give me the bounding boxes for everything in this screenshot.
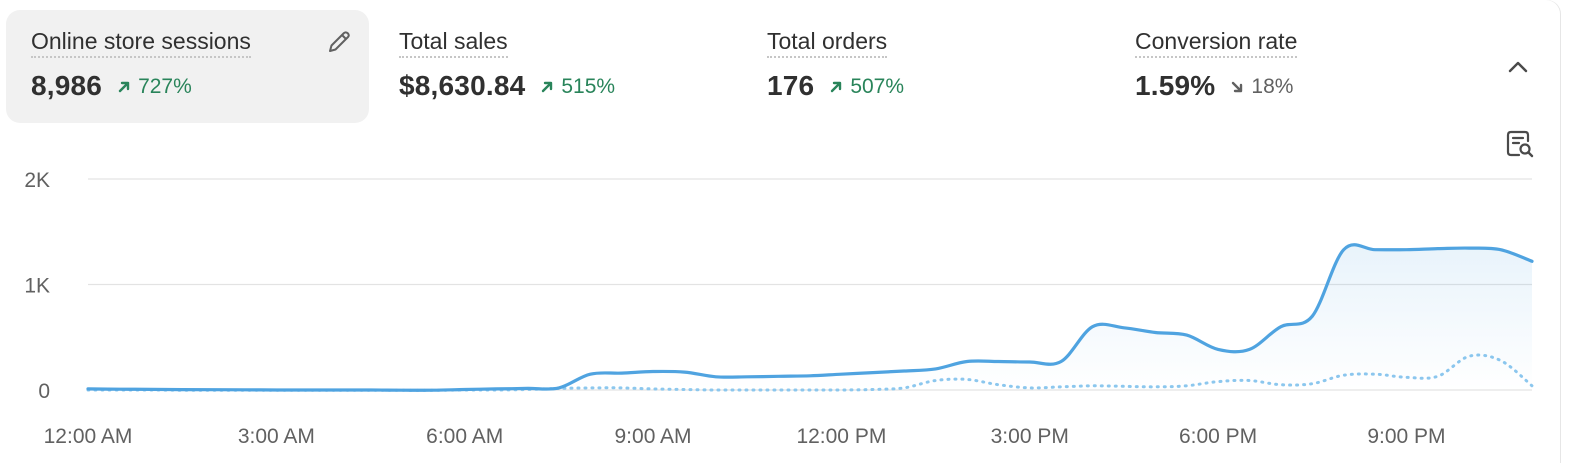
metric-value: $8,630.84	[399, 70, 526, 101]
chevron-up-icon[interactable]	[1503, 52, 1533, 82]
metric-change-value: 515%	[561, 75, 616, 98]
analytics-card: Online store sessions 8,986 727% Total s…	[0, 0, 1560, 463]
y-tick-label: 2K	[24, 169, 50, 192]
arrow-up-right-icon	[831, 81, 842, 93]
metric-change: 515%	[539, 75, 615, 99]
metric-change: 727%	[116, 75, 192, 99]
metric-value: 176	[767, 70, 815, 101]
metric-total-orders[interactable]: Total orders 176 507%	[742, 10, 1105, 123]
arrow-down-right-icon	[1232, 81, 1243, 93]
metric-change: 507%	[828, 75, 904, 99]
x-tick-label: 6:00 AM	[426, 425, 503, 448]
metric-total-sales[interactable]: Total sales $8,630.84 515%	[374, 10, 737, 123]
metric-value-row: 1.59% 18%	[1135, 70, 1473, 102]
metric-online-store-sessions[interactable]: Online store sessions 8,986 727%	[6, 10, 369, 123]
metric-title[interactable]: Total orders	[767, 28, 888, 58]
y-tick-label: 0	[38, 380, 50, 403]
x-tick-label: 3:00 PM	[991, 425, 1069, 448]
x-tick-label: 3:00 AM	[238, 425, 315, 448]
arrow-up-right-icon	[542, 81, 553, 93]
metric-value-row: $8,630.84 515%	[399, 70, 737, 102]
x-tick-label: 12:00 AM	[44, 425, 133, 448]
metric-title[interactable]: Online store sessions	[31, 28, 251, 58]
metric-value: 8,986	[31, 70, 103, 101]
series-area-primary	[88, 244, 1532, 391]
metrics-row: Online store sessions 8,986 727% Total s…	[6, 10, 1496, 123]
metric-value-row: 176 507%	[767, 70, 1105, 102]
x-tick-label: 6:00 PM	[1179, 425, 1257, 448]
metric-title[interactable]: Total sales	[399, 28, 508, 58]
metric-change-value: 18%	[1251, 75, 1294, 98]
arrow-up-right-icon	[118, 81, 130, 93]
metric-title[interactable]: Conversion rate	[1135, 28, 1298, 58]
y-tick-label: 1K	[24, 275, 50, 298]
x-tick-label: 9:00 AM	[615, 425, 692, 448]
x-tick-label: 9:00 PM	[1367, 425, 1445, 448]
metric-change-value: 727%	[138, 75, 192, 98]
x-tick-label: 12:00 PM	[796, 425, 886, 448]
pencil-icon[interactable]	[325, 28, 353, 56]
metric-conversion-rate[interactable]: Conversion rate 1.59% 18%	[1110, 10, 1473, 123]
metric-change: 18%	[1229, 75, 1293, 99]
metric-change-value: 507%	[850, 75, 905, 98]
sessions-line-chart: 0 1K 2K 12:00 AM 3:00 AM 6:00 AM 9:00 AM 12:00 …	[24, 169, 1534, 448]
metric-value-row: 8,986 727%	[31, 70, 369, 102]
metric-value: 1.59%	[1135, 70, 1216, 101]
